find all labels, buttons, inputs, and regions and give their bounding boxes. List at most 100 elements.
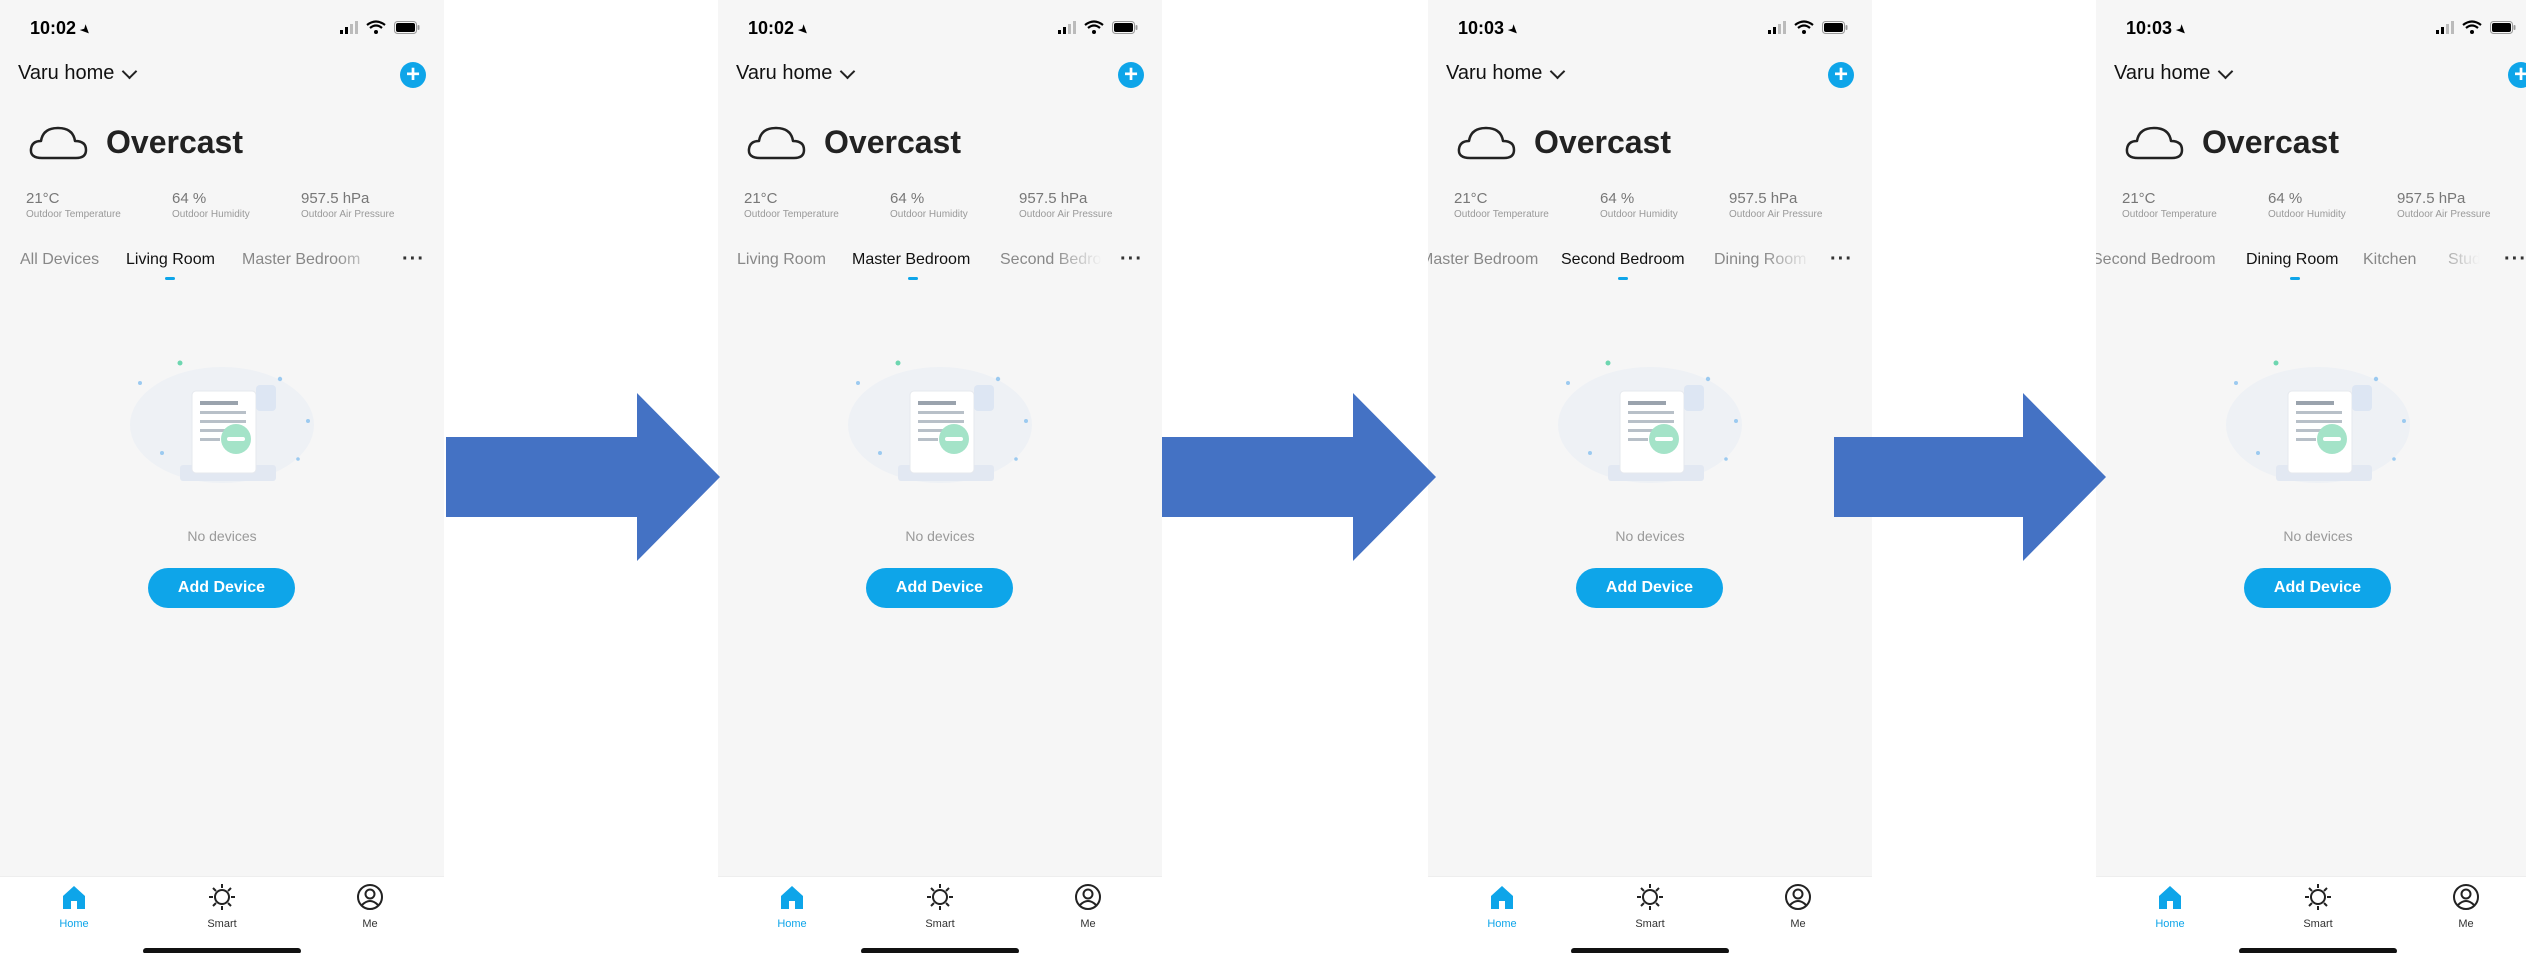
cloud-icon — [1456, 122, 1518, 162]
room-tab[interactable]: Second Bedroom — [2096, 251, 2216, 269]
room-tab[interactable]: Master Bedroom — [1428, 251, 1538, 269]
nav-me[interactable]: Me — [1758, 883, 1838, 930]
home-icon — [60, 883, 88, 911]
room-tabs: All Devices Living Room Master Bedroom — [0, 246, 394, 286]
home-selector[interactable]: Varu home — [1446, 62, 1566, 85]
stat-value: 957.5 hPa — [1729, 190, 1798, 207]
system-icons — [340, 20, 420, 34]
wifi-icon — [366, 20, 386, 34]
bottom-nav: Home Smart Me — [1428, 876, 1872, 953]
nav-smart[interactable]: Smart — [2278, 883, 2358, 930]
room-tab[interactable]: Dining Room — [2246, 251, 2338, 269]
time-text: 10:02 — [748, 18, 795, 38]
room-tab[interactable]: Living Room — [126, 251, 215, 269]
weather-stats: 21°C Outdoor Temperature 64 % Outdoor Humid… — [744, 190, 1162, 226]
nav-home[interactable]: Home — [1462, 883, 1542, 930]
bottom-nav: Home Smart Me — [2096, 876, 2526, 953]
stat-value: 64 % — [890, 190, 925, 207]
sun-icon — [2304, 883, 2332, 911]
wifi-icon — [1084, 20, 1104, 34]
home-selector[interactable]: Varu home — [736, 62, 856, 85]
status-bar: 10:02➤ — [718, 18, 1162, 42]
room-tab[interactable]: Second Bedroom — [1561, 251, 1685, 269]
phone-screen: 10:02➤ Varu home + Overcast 21°C Outdoor Temp… — [718, 0, 1162, 953]
flow-arrow — [1162, 393, 1436, 566]
no-devices-illustration-icon — [848, 360, 1032, 483]
weather-summary: Overcast — [746, 122, 961, 162]
nav-label: Me — [2458, 918, 2474, 930]
phone-screen: 10:02➤ Varu home + Overcast 21°C Outdoor Temp… — [0, 0, 444, 953]
home-name-label: Varu home — [2114, 62, 2211, 84]
weather-stats: 21°C Outdoor Temperature 64 % Outdoor Humid… — [2122, 190, 2526, 226]
empty-state-text: No devices — [2283, 528, 2353, 544]
home-icon — [1488, 883, 1516, 911]
stat-value: 21°C — [26, 190, 60, 207]
nav-smart[interactable]: Smart — [1610, 883, 1690, 930]
empty-state-text: No devices — [187, 528, 257, 544]
nav-me[interactable]: Me — [330, 883, 410, 930]
room-tabs: Master Bedroom Second Bedroom Dining Room — [1428, 246, 1822, 286]
nav-smart[interactable]: Smart — [182, 883, 262, 930]
add-device-button[interactable]: Add Device — [148, 568, 295, 608]
add-device-button[interactable]: Add Device — [1576, 568, 1723, 608]
chevron-down-icon — [122, 63, 138, 79]
nav-me[interactable]: Me — [1048, 883, 1128, 930]
add-device-button[interactable]: Add Device — [866, 568, 1013, 608]
nav-label: Smart — [2303, 918, 2333, 930]
user-icon — [1784, 883, 1812, 911]
tab-fade — [2432, 246, 2492, 276]
weather-stats: 21°C Outdoor Temperature 64 % Outdoor Humid… — [26, 190, 444, 226]
weather-stat: 957.5 hPa Outdoor Air Pressure — [2397, 190, 2490, 220]
nav-home[interactable]: Home — [34, 883, 114, 930]
room-tab[interactable]: Kitchen — [2363, 251, 2416, 269]
no-devices-illustration-icon — [2226, 360, 2410, 483]
nav-home[interactable]: Home — [752, 883, 832, 930]
weather-summary: Overcast — [1456, 122, 1671, 162]
add-button[interactable]: + — [400, 62, 426, 88]
nav-label: Me — [1790, 918, 1806, 930]
stat-value: 957.5 hPa — [2397, 190, 2466, 207]
wifi-icon — [2462, 20, 2482, 34]
more-tabs-icon[interactable]: ··· — [1830, 248, 1853, 271]
battery-icon — [1822, 20, 1848, 34]
user-icon — [356, 883, 384, 911]
more-tabs-icon[interactable]: ··· — [402, 248, 425, 271]
add-device-button[interactable]: Add Device — [2244, 568, 2391, 608]
add-button[interactable]: + — [1118, 62, 1144, 88]
stat-value: 21°C — [2122, 190, 2156, 207]
time-text: 10:03 — [2126, 18, 2173, 38]
sun-icon — [208, 883, 236, 911]
home-selector[interactable]: Varu home — [18, 62, 138, 85]
more-tabs-icon[interactable]: ··· — [2504, 248, 2526, 271]
time-text: 10:02 — [30, 18, 77, 38]
add-button[interactable]: + — [1828, 62, 1854, 88]
status-bar: 10:03➤ — [2096, 18, 2526, 42]
room-tab[interactable]: All Devices — [20, 251, 99, 269]
nav-label: Home — [1487, 918, 1517, 930]
stat-label: Outdoor Air Pressure — [1729, 209, 1823, 220]
home-name-label: Varu home — [1446, 62, 1543, 84]
weather-stat: 957.5 hPa Outdoor Air Pressure — [1019, 190, 1112, 220]
chevron-down-icon — [1550, 63, 1566, 79]
room-tabs: Living RoomMaster BedroomSecond Bedroom — [718, 246, 1112, 286]
nav-home[interactable]: Home — [2130, 883, 2210, 930]
home-icon — [778, 883, 806, 911]
plus-icon: + — [1123, 61, 1138, 88]
nav-me[interactable]: Me — [2426, 883, 2506, 930]
right-arrow-icon — [1834, 393, 2106, 561]
home-header: Varu home + — [718, 58, 1162, 94]
home-indicator — [861, 948, 1019, 953]
more-tabs-icon[interactable]: ··· — [1120, 248, 1143, 271]
weather-stat: 64 % Outdoor Humidity — [2268, 190, 2346, 220]
home-selector[interactable]: Varu home — [2114, 62, 2234, 85]
phone-screen: 10:03➤ Varu home + Overcast 21°C Outdoor Temp… — [1428, 0, 1872, 953]
room-tab[interactable]: Living Room — [737, 251, 826, 269]
room-tab[interactable]: Master Bedroom — [852, 251, 970, 269]
nav-smart[interactable]: Smart — [900, 883, 980, 930]
nav-label: Smart — [1635, 918, 1665, 930]
home-header: Varu home + — [2096, 58, 2526, 94]
stat-label: Outdoor Temperature — [2122, 209, 2217, 220]
stat-label: Outdoor Temperature — [26, 209, 121, 220]
active-tab-indicator — [2290, 277, 2300, 280]
add-button[interactable]: + — [2508, 62, 2526, 88]
